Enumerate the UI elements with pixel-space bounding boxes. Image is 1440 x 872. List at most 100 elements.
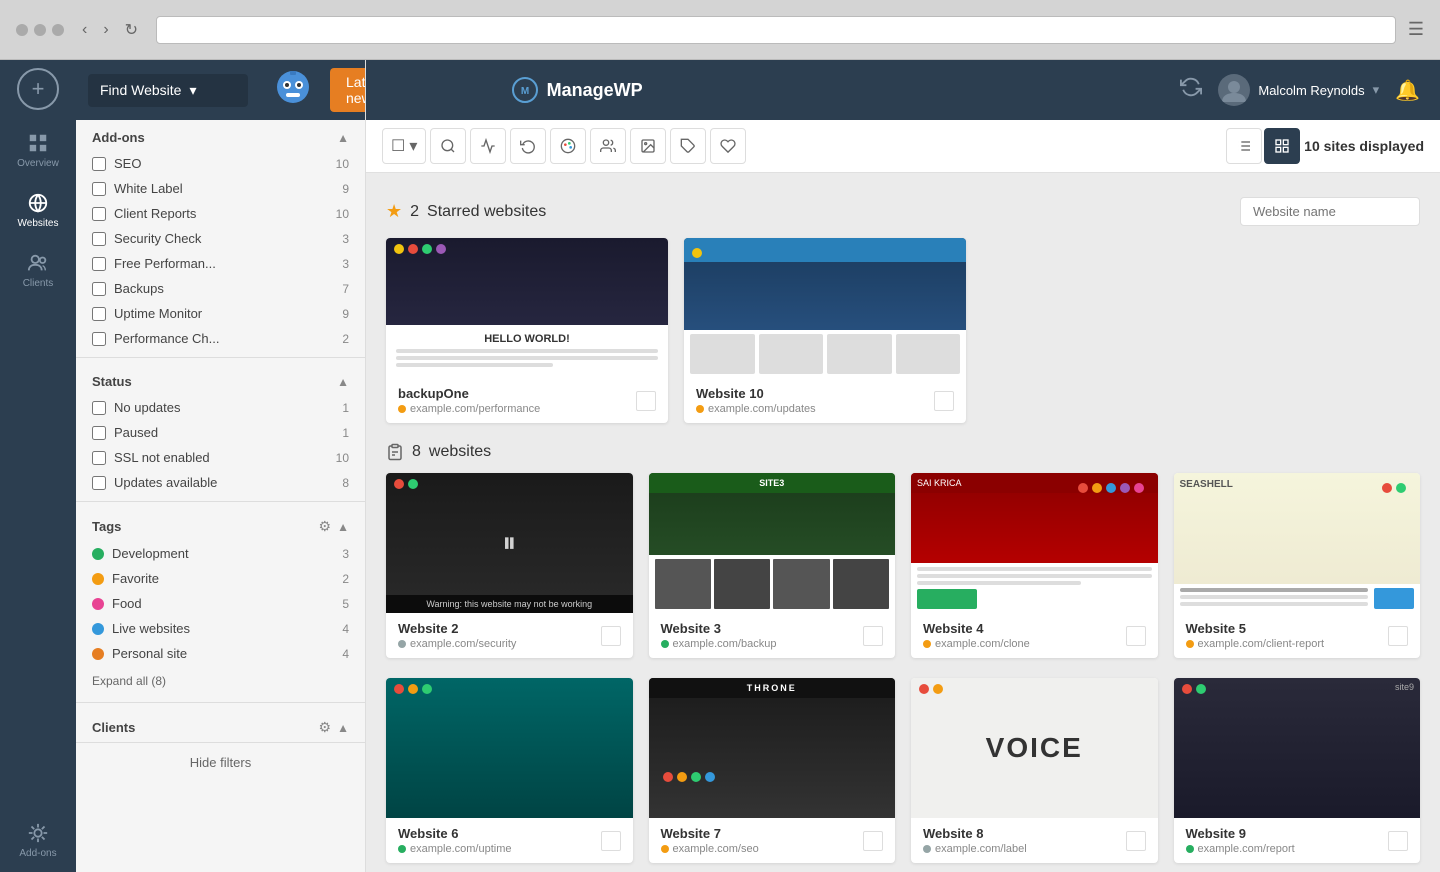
expand-all-button[interactable]: Expand all (8) (76, 666, 365, 696)
website-name-search[interactable] (1240, 197, 1420, 226)
media-button[interactable] (630, 128, 666, 164)
card-checkbox-website7[interactable] (863, 831, 883, 851)
hide-filters-button[interactable]: Hide filters (76, 742, 365, 782)
card-checkbox-website3[interactable] (863, 626, 883, 646)
website-card-backupone[interactable]: HELLO WORLD! backupOne example.com/perfo… (386, 238, 668, 423)
d3-w6 (422, 684, 432, 694)
dot-fullscreen[interactable] (52, 24, 64, 36)
website-card-website4[interactable]: SAI KRICA (911, 473, 1158, 658)
filter-tag-development[interactable]: Development 3 (76, 541, 365, 566)
filter-perfcheck[interactable]: Performance Ch... 2 (76, 326, 365, 351)
reload-button[interactable]: ↻ (119, 18, 144, 42)
sidebar-item-websites[interactable]: Websites (10, 182, 66, 238)
filter-paused-checkbox[interactable] (92, 426, 106, 440)
card-checkbox-website4[interactable] (1126, 626, 1146, 646)
filter-uptime-checkbox[interactable] (92, 307, 106, 321)
sidebar-item-clients[interactable]: Clients (10, 242, 66, 298)
websites-icon (27, 192, 49, 214)
website-card-website9[interactable]: site9 Website 9 example.com/report (1174, 678, 1421, 863)
status-collapse-btn[interactable]: ▲ (337, 375, 349, 389)
filter-freeperform-checkbox[interactable] (92, 257, 106, 271)
notification-button[interactable]: 🔔 (1395, 78, 1420, 103)
website-card-website6[interactable]: Website 6 example.com/uptime (386, 678, 633, 863)
website-card-website7[interactable]: THRONE Website 7 (649, 678, 896, 863)
d2-w6 (408, 684, 418, 694)
filter-backups-checkbox[interactable] (92, 282, 106, 296)
back-button[interactable]: ‹ (76, 18, 93, 42)
filter-tag-personalsite[interactable]: Personal site 4 (76, 641, 365, 666)
thumb-content-website4 (911, 563, 1158, 613)
latest-news-badge[interactable]: Latest news (330, 68, 366, 112)
filter-clientreports[interactable]: Client Reports 10 (76, 201, 365, 226)
filter-seo-checkbox[interactable] (92, 157, 106, 171)
website-card-website8[interactable]: VOICE Website 8 example.com/label (911, 678, 1158, 863)
sidebar-item-addons[interactable]: Add-ons (10, 812, 66, 868)
grid-view-button[interactable] (1264, 128, 1300, 164)
website-card-website2[interactable]: ⏸ Warning: this website may not be worki… (386, 473, 633, 658)
plugin-button[interactable] (710, 128, 746, 164)
website-card-website10[interactable]: Website 10 example.com/updates (684, 238, 966, 423)
filter-uptime[interactable]: Uptime Monitor 9 (76, 301, 365, 326)
thumb-dots-website5 (1374, 477, 1414, 499)
url-bar[interactable] (156, 16, 1396, 44)
filter-securitycheck[interactable]: Security Check 3 (76, 226, 365, 251)
filter-whitelabel-checkbox[interactable] (92, 182, 106, 196)
card-checkbox-website2[interactable] (601, 626, 621, 646)
d1-w8 (919, 684, 929, 694)
card-checkbox-backupone[interactable] (636, 391, 656, 411)
card-name-website5: Website 5 (1186, 621, 1389, 636)
filter-securitycheck-checkbox[interactable] (92, 232, 106, 246)
top-bar: Find Website ▾ Latest news (76, 60, 365, 120)
card-checkbox-website5[interactable] (1388, 626, 1408, 646)
card-checkbox-website9[interactable] (1388, 831, 1408, 851)
filter-clientreports-checkbox[interactable] (92, 207, 106, 221)
filter-tag-food[interactable]: Food 5 (76, 591, 365, 616)
filter-sslnot-checkbox[interactable] (92, 451, 106, 465)
filter-freeperform[interactable]: Free Performan... 3 (76, 251, 365, 276)
find-website-button[interactable]: Find Website ▾ (88, 74, 248, 107)
card-checkbox-website10[interactable] (934, 391, 954, 411)
users-button[interactable] (590, 128, 626, 164)
filter-backups[interactable]: Backups 7 (76, 276, 365, 301)
d3-w7 (691, 772, 701, 782)
clients-wrench-icon[interactable]: ⚙ (319, 719, 332, 736)
user-menu[interactable]: Malcolm Reynolds ▾ (1218, 74, 1379, 106)
list-view-button[interactable] (1226, 128, 1262, 164)
filter-noupdates-checkbox[interactable] (92, 401, 106, 415)
add-site-button[interactable]: + (17, 68, 59, 110)
browser-menu-icon[interactable]: ☰ (1408, 19, 1424, 40)
filter-updatesavail-checkbox[interactable] (92, 476, 106, 490)
website-card-website5[interactable]: SEASHELL (1174, 473, 1421, 658)
dot-close[interactable] (16, 24, 28, 36)
filter-updatesavail[interactable]: Updates available 8 (76, 470, 365, 495)
thumb-grid-website3 (649, 555, 896, 613)
tags-collapse-btn[interactable]: ▲ (337, 520, 349, 534)
status-section-header: Status ▲ (76, 364, 365, 395)
dot-minimize[interactable] (34, 24, 46, 36)
clients-collapse-btn[interactable]: ▲ (337, 721, 349, 735)
website-card-website3[interactable]: SITE3 Website 3 e (649, 473, 896, 658)
refresh-button[interactable] (1180, 76, 1202, 104)
filter-tag-livewebsites[interactable]: Live websites 4 (76, 616, 365, 641)
addons-collapse-btn[interactable]: ▲ (337, 131, 349, 145)
sidebar-item-overview[interactable]: Overview (10, 122, 66, 178)
search-button[interactable] (430, 128, 466, 164)
filter-noupdates[interactable]: No updates 1 (76, 395, 365, 420)
card-checkbox-website8[interactable] (1126, 831, 1146, 851)
card-checkbox-website6[interactable] (601, 831, 621, 851)
colors-button[interactable] (550, 128, 586, 164)
d4-w4 (1120, 483, 1130, 493)
filter-tag-personalsite-label: Personal site (112, 646, 334, 661)
filter-sslnot[interactable]: SSL not enabled 10 (76, 445, 365, 470)
update-button[interactable] (510, 128, 546, 164)
tags-button[interactable] (670, 128, 706, 164)
filter-paused[interactable]: Paused 1 (76, 420, 365, 445)
tags-wrench-icon[interactable]: ⚙ (319, 518, 332, 535)
filter-tag-favorite[interactable]: Favorite 2 (76, 566, 365, 591)
forward-button[interactable]: › (97, 18, 114, 42)
filter-perfcheck-checkbox[interactable] (92, 332, 106, 346)
select-all-button[interactable]: ☐ ▾ (382, 128, 426, 164)
filter-whitelabel[interactable]: White Label 9 (76, 176, 365, 201)
filter-seo[interactable]: SEO 10 (76, 151, 365, 176)
analytics-button[interactable] (470, 128, 506, 164)
